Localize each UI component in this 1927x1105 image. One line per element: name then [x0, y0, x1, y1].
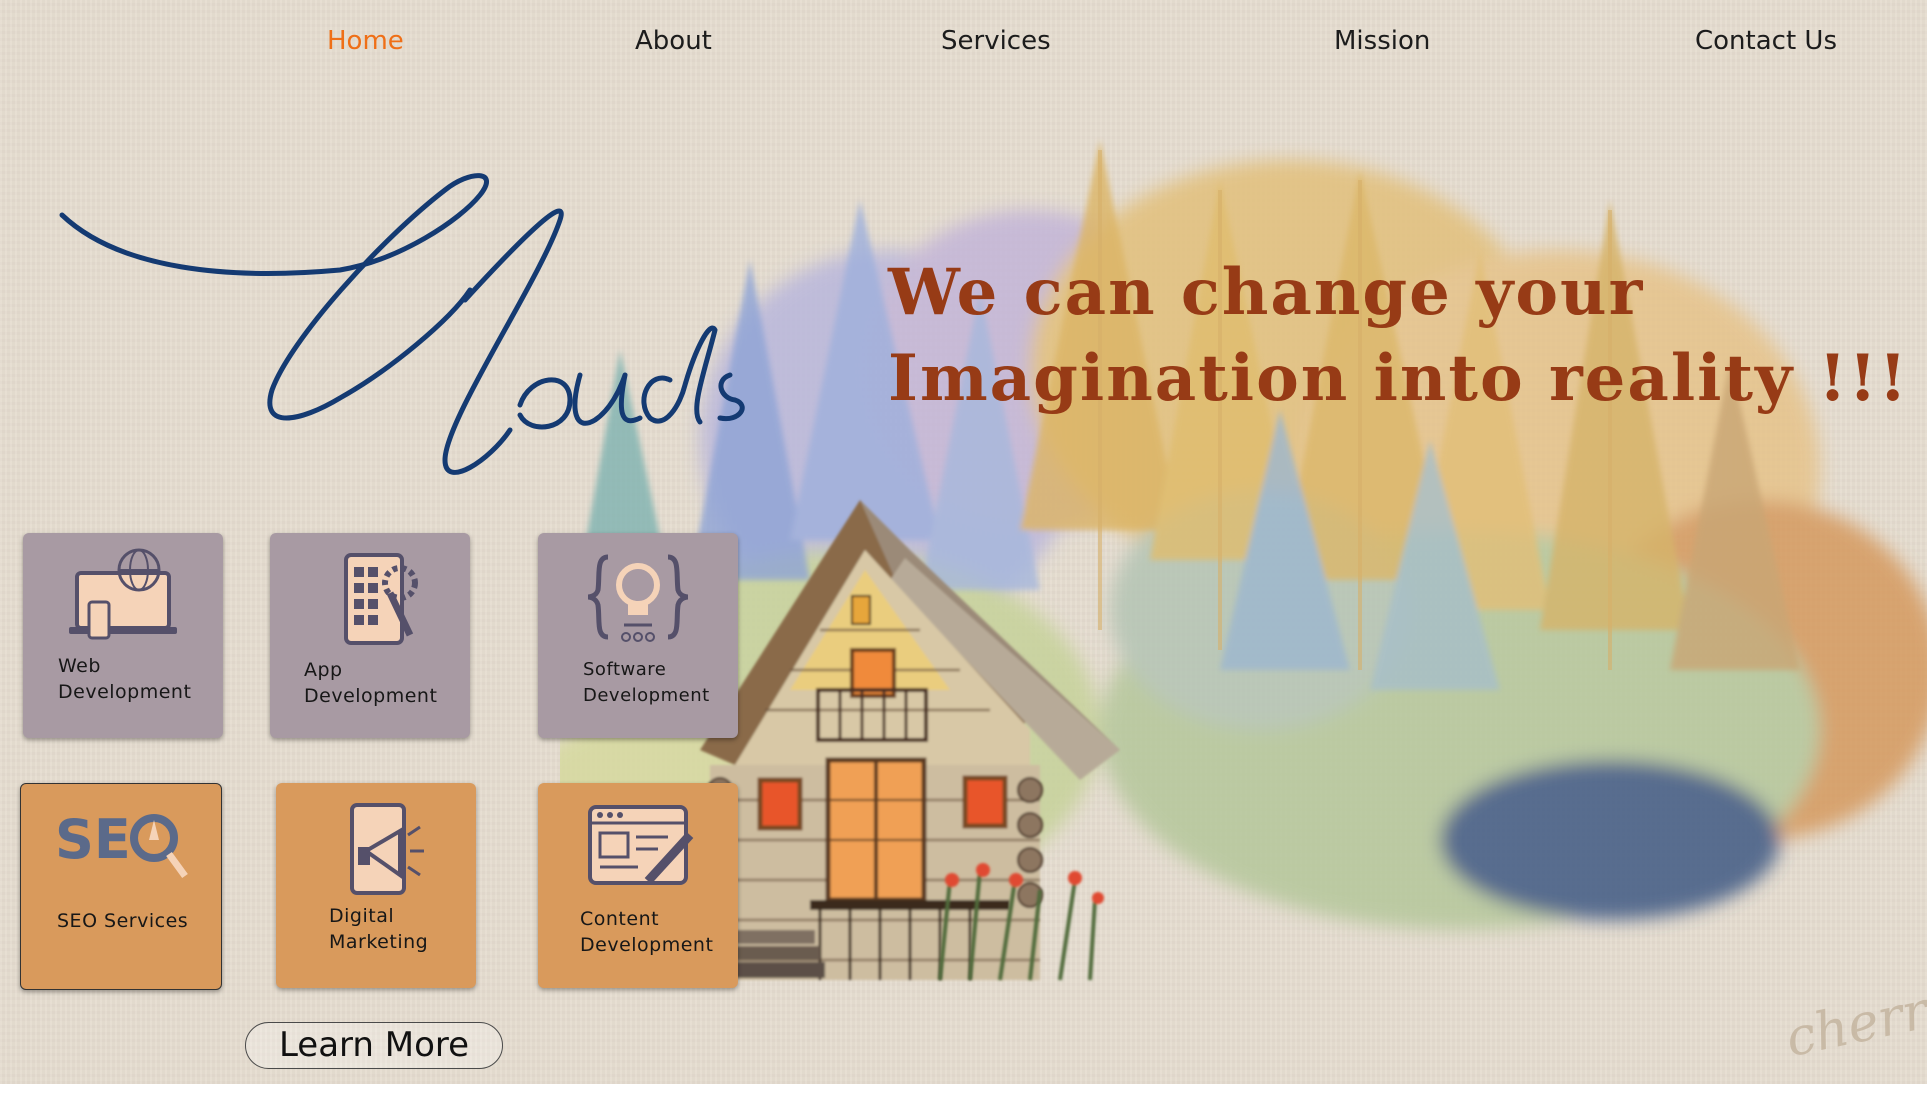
nav-services[interactable]: Services [941, 26, 1051, 56]
service-card-web-development[interactable]: Web Development [23, 533, 223, 738]
app-tablet-gear-icon [344, 553, 418, 645]
forest-cabin-illustration [560, 140, 1927, 985]
nav-home[interactable]: Home [327, 26, 404, 56]
seo-magnifier-icon: SE [55, 808, 188, 879]
service-card-label: Software Development [583, 659, 710, 706]
service-card-label: Content Development [580, 908, 714, 956]
service-card-seo-services[interactable]: SE SEO Services [20, 783, 222, 990]
svg-text:SE: SE [55, 808, 131, 871]
nav-mission[interactable]: Mission [1334, 26, 1430, 56]
tagline-line-1: We can change your [888, 255, 1645, 330]
service-card-software-development[interactable]: Software Development [538, 533, 738, 738]
learn-more-button[interactable]: Learn More [245, 1022, 503, 1069]
service-card-label: SEO Services [57, 910, 189, 932]
clouds-script-logo [59, 173, 745, 475]
nav-contact-us[interactable]: Contact Us [1695, 26, 1837, 56]
service-card-label: App Development [304, 659, 438, 707]
nav-about[interactable]: About [635, 26, 712, 56]
service-card-label: Web Development [58, 655, 192, 703]
hero-tagline: We can change your Imagination into real… [888, 250, 1909, 422]
service-card-content-development[interactable]: Content Development [538, 783, 738, 988]
page: Home About Services Mission Contact Us W… [0, 0, 1927, 1084]
bulb-braces-icon [587, 554, 689, 642]
globe-laptop-icon [69, 548, 177, 640]
megaphone-phone-icon [350, 803, 424, 895]
service-card-label: Digital Marketing [329, 905, 429, 953]
browser-pen-icon [588, 805, 694, 885]
service-card-app-development[interactable]: App Development [270, 533, 470, 738]
service-card-digital-marketing[interactable]: Digital Marketing [276, 783, 476, 988]
tagline-line-2: Imagination into reality !!! [888, 341, 1909, 416]
